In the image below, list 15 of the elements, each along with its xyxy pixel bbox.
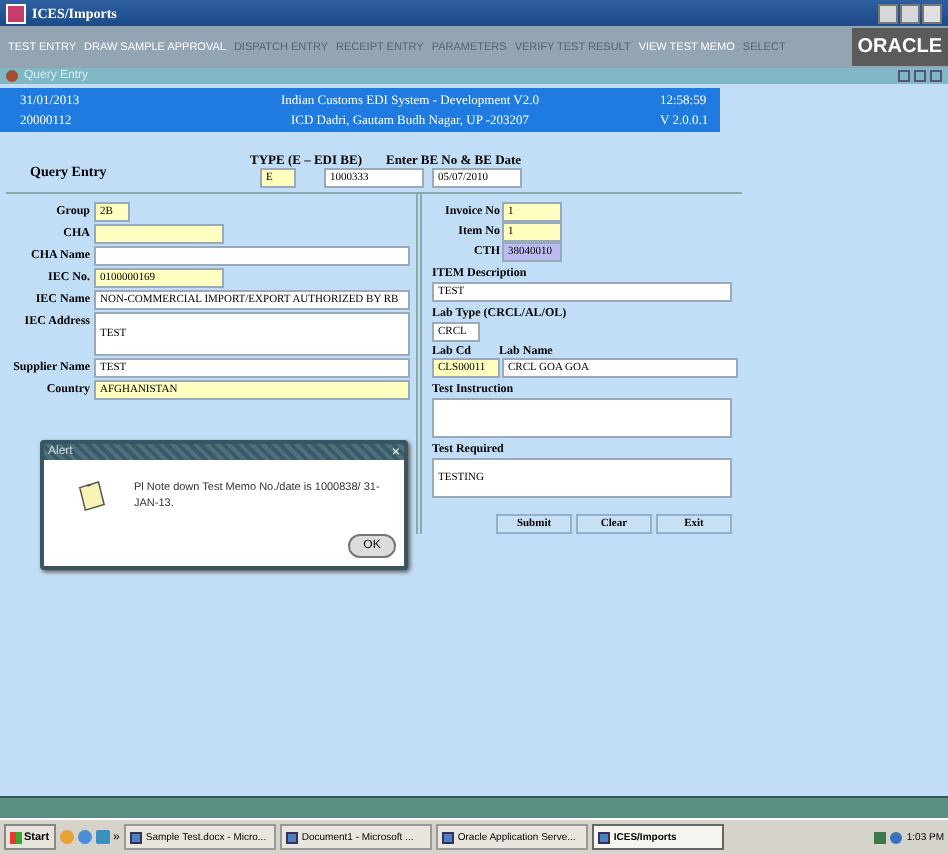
note-icon — [76, 480, 106, 514]
minimize-button[interactable] — [878, 3, 898, 23]
status-icon — [890, 831, 903, 843]
resize-button[interactable] — [898, 70, 910, 82]
input-field[interactable] — [94, 224, 224, 244]
windows-flag-icon — [10, 831, 22, 843]
input-field[interactable] — [432, 398, 732, 438]
close-button[interactable] — [922, 3, 942, 23]
app-icon — [6, 3, 26, 23]
logo: ORACLE — [851, 28, 948, 66]
input-field[interactable] — [94, 246, 410, 266]
close-button[interactable] — [930, 70, 942, 82]
form-icon — [6, 70, 18, 82]
maximize-button[interactable] — [900, 3, 920, 23]
restore-button[interactable] — [914, 70, 926, 82]
